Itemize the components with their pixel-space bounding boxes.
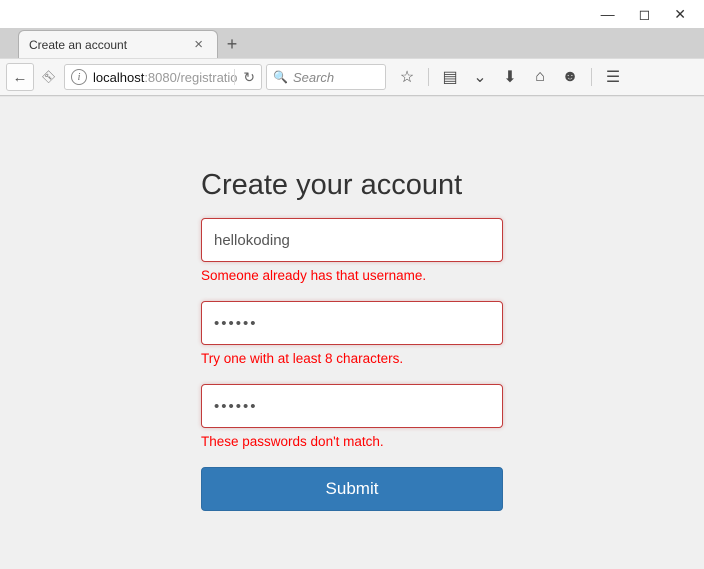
url-path: :8080/registratio	[144, 70, 237, 85]
username-input[interactable]	[201, 218, 503, 262]
maximize-button[interactable]: ◻	[639, 6, 651, 23]
separator	[591, 68, 592, 86]
back-arrow-icon: ←	[13, 69, 28, 86]
registration-form: Create your account Someone already has …	[201, 169, 503, 569]
confirm-password-error: These passwords don't match.	[201, 434, 503, 449]
url-host: localhost	[93, 70, 144, 85]
tab-close-icon[interactable]: ×	[190, 36, 207, 53]
minimize-button[interactable]: —	[601, 6, 615, 22]
username-error: Someone already has that username.	[201, 268, 503, 283]
browser-tab[interactable]: Create an account ×	[18, 30, 218, 58]
search-bar[interactable]: 🔍 Search	[266, 64, 386, 90]
bookmark-star-icon[interactable]: ☆	[398, 67, 416, 87]
page-content: Create your account Someone already has …	[0, 96, 704, 569]
separator	[428, 68, 429, 86]
pocket-icon[interactable]: ⌄	[471, 67, 489, 87]
tab-bar: Create an account × +	[0, 28, 704, 58]
reload-button[interactable]: ↻	[243, 69, 255, 86]
password-input[interactable]	[201, 301, 503, 345]
confirm-password-group: These passwords don't match.	[201, 384, 503, 449]
menu-icon[interactable]: ☰	[604, 67, 622, 87]
url-bar[interactable]: i localhost:8080/registratio ↻	[64, 64, 262, 90]
search-placeholder: Search	[293, 70, 334, 85]
downloads-icon[interactable]: ⬇	[501, 67, 519, 87]
window-controls: — ◻ ✕	[0, 0, 704, 28]
password-error: Try one with at least 8 characters.	[201, 351, 503, 366]
submit-button[interactable]: Submit	[201, 467, 503, 511]
tab-title: Create an account	[29, 38, 190, 52]
new-tab-button[interactable]: +	[218, 30, 246, 58]
password-group: Try one with at least 8 characters.	[201, 301, 503, 366]
search-icon: 🔍	[273, 70, 288, 84]
home-icon[interactable]: ⌂	[531, 68, 549, 86]
library-icon[interactable]: ▤	[441, 67, 459, 87]
close-window-button[interactable]: ✕	[674, 6, 686, 23]
back-button[interactable]: ←	[6, 63, 34, 91]
browser-toolbar: ← ⚿ i localhost:8080/registratio ↻ 🔍 Sea…	[0, 58, 704, 96]
username-group: Someone already has that username.	[201, 218, 503, 283]
chat-icon[interactable]: ☻	[561, 68, 579, 86]
toolbar-icons: ☆ ▤ ⌄ ⬇ ⌂ ☻ ☰	[398, 67, 622, 87]
site-info-icon[interactable]: i	[71, 69, 87, 85]
password-key-icon[interactable]: ⚿	[38, 66, 60, 88]
confirm-password-input[interactable]	[201, 384, 503, 428]
page-title: Create your account	[201, 169, 503, 202]
